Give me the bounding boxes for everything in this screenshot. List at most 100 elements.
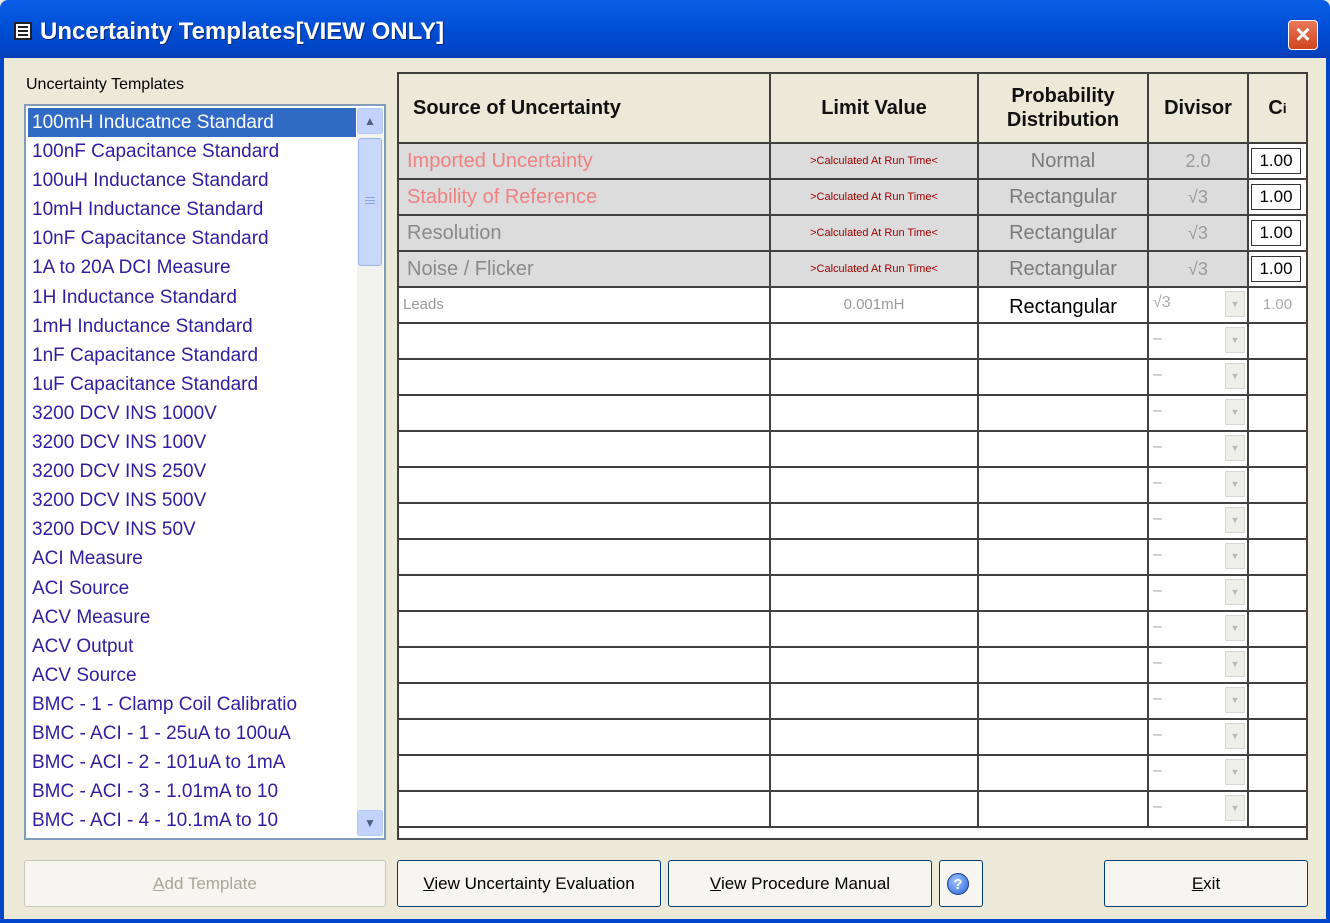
source-cell[interactable]: [399, 432, 771, 468]
scroll-down-button[interactable]: ▼: [357, 810, 383, 836]
chevron-down-icon[interactable]: ▼: [1225, 651, 1245, 677]
chevron-down-icon[interactable]: ▼: [1225, 399, 1245, 425]
templates-listbox[interactable]: 100mH Inducatnce Standard 100nF Capacitan…: [24, 104, 386, 840]
chevron-down-icon[interactable]: ▼: [1225, 327, 1245, 353]
ci-input[interactable]: 1.00: [1251, 220, 1301, 246]
ci-input[interactable]: 1.00: [1251, 148, 1301, 174]
source-cell[interactable]: [399, 720, 771, 756]
view-uncertainty-evaluation-button[interactable]: View Uncertainty Evaluation: [397, 860, 661, 907]
divisor-dropdown[interactable]: – ▼: [1149, 360, 1249, 396]
ci-cell[interactable]: [1249, 504, 1306, 540]
template-list-item[interactable]: 100mH Inducatnce Standard: [28, 108, 356, 138]
source-cell[interactable]: [399, 360, 771, 396]
divisor-dropdown[interactable]: – ▼: [1149, 396, 1249, 432]
ci-cell[interactable]: [1249, 756, 1306, 792]
distribution-cell[interactable]: [979, 432, 1149, 468]
source-cell[interactable]: Leads: [399, 288, 771, 324]
template-list-item[interactable]: 10mH Inductance Standard: [28, 195, 356, 224]
chevron-down-icon[interactable]: ▼: [1225, 687, 1245, 713]
template-list-item[interactable]: 1H Inductance Standard: [28, 283, 356, 312]
ci-input[interactable]: 1.00: [1251, 256, 1301, 282]
ci-cell[interactable]: [1249, 324, 1306, 360]
distribution-cell[interactable]: [979, 360, 1149, 396]
limit-cell[interactable]: [771, 720, 979, 756]
template-list-item[interactable]: 3200 DCV INS 50V: [28, 515, 356, 544]
limit-cell[interactable]: [771, 324, 979, 360]
divisor-dropdown[interactable]: – ▼: [1149, 720, 1249, 756]
divisor-dropdown[interactable]: √3 ▼: [1149, 288, 1249, 324]
ci-cell[interactable]: [1249, 612, 1306, 648]
ci-cell[interactable]: [1249, 720, 1306, 756]
distribution-cell[interactable]: [979, 324, 1149, 360]
chevron-down-icon[interactable]: ▼: [1225, 795, 1245, 821]
divisor-dropdown[interactable]: – ▼: [1149, 504, 1249, 540]
chevron-down-icon[interactable]: ▼: [1225, 363, 1245, 389]
template-list-item[interactable]: ACV Measure: [28, 603, 356, 632]
limit-cell[interactable]: [771, 468, 979, 504]
scroll-up-button[interactable]: ▲: [357, 108, 383, 134]
template-list-item[interactable]: ACI Measure: [28, 544, 356, 573]
divisor-dropdown[interactable]: – ▼: [1149, 684, 1249, 720]
divisor-dropdown[interactable]: – ▼: [1149, 792, 1249, 828]
divisor-dropdown[interactable]: – ▼: [1149, 324, 1249, 360]
limit-cell[interactable]: [771, 648, 979, 684]
close-button[interactable]: ×: [1288, 20, 1318, 50]
ci-cell[interactable]: [1249, 648, 1306, 684]
source-cell[interactable]: [399, 396, 771, 432]
divisor-dropdown[interactable]: – ▼: [1149, 648, 1249, 684]
limit-cell[interactable]: [771, 792, 979, 828]
chevron-down-icon[interactable]: ▼: [1225, 507, 1245, 533]
template-list-item[interactable]: BMC - ACI - 3 - 1.01mA to 10: [28, 777, 356, 806]
template-list-item[interactable]: BMC - 1 - Clamp Coil Calibratio: [28, 690, 356, 719]
chevron-down-icon[interactable]: ▼: [1225, 291, 1245, 317]
limit-cell[interactable]: [771, 576, 979, 612]
template-list-item[interactable]: ACI Source: [28, 574, 356, 603]
limit-cell[interactable]: 0.001mH: [771, 288, 979, 324]
chevron-down-icon[interactable]: ▼: [1225, 579, 1245, 605]
limit-cell[interactable]: [771, 504, 979, 540]
exit-button[interactable]: Exit: [1104, 860, 1308, 907]
source-cell[interactable]: [399, 540, 771, 576]
ci-cell[interactable]: [1249, 468, 1306, 504]
chevron-down-icon[interactable]: ▼: [1225, 759, 1245, 785]
template-list-item[interactable]: 3200 DCV INS 1000V: [28, 399, 356, 428]
template-list-item[interactable]: 3200 DCV INS 500V: [28, 486, 356, 515]
distribution-cell[interactable]: [979, 576, 1149, 612]
chevron-down-icon[interactable]: ▼: [1225, 435, 1245, 461]
source-cell[interactable]: [399, 792, 771, 828]
template-list-item[interactable]: BMC - ACI - 1 - 25uA to 100uA: [28, 719, 356, 748]
ci-cell[interactable]: [1249, 432, 1306, 468]
distribution-cell[interactable]: [979, 720, 1149, 756]
source-cell[interactable]: [399, 324, 771, 360]
template-list-item[interactable]: 1uF Capacitance Standard: [28, 370, 356, 399]
limit-cell[interactable]: [771, 756, 979, 792]
add-template-button[interactable]: Add Template: [24, 860, 386, 907]
template-list-item[interactable]: 1A to 20A DCI Measure: [28, 253, 356, 282]
template-list-item[interactable]: 3200 DCV INS 100V: [28, 428, 356, 457]
divisor-dropdown[interactable]: – ▼: [1149, 576, 1249, 612]
view-procedure-manual-button[interactable]: View Procedure Manual: [668, 860, 932, 907]
chevron-down-icon[interactable]: ▼: [1225, 543, 1245, 569]
divisor-dropdown[interactable]: – ▼: [1149, 540, 1249, 576]
distribution-cell[interactable]: [979, 396, 1149, 432]
templates-scrollbar[interactable]: ▲ ▼: [357, 108, 383, 836]
ci-cell[interactable]: [1249, 684, 1306, 720]
template-list-item[interactable]: ACV Output: [28, 632, 356, 661]
distribution-cell[interactable]: [979, 504, 1149, 540]
chevron-down-icon[interactable]: ▼: [1225, 723, 1245, 749]
template-list-item[interactable]: BMC - ACI - 4 - 10.1mA to 10: [28, 806, 356, 835]
scroll-thumb[interactable]: [358, 138, 382, 266]
ci-input[interactable]: 1.00: [1251, 184, 1301, 210]
template-list-item[interactable]: 100nF Capacitance Standard: [28, 137, 356, 166]
template-list-item[interactable]: 10nF Capacitance Standard: [28, 224, 356, 253]
source-cell[interactable]: [399, 504, 771, 540]
ci-cell[interactable]: [1249, 540, 1306, 576]
distribution-cell[interactable]: [979, 756, 1149, 792]
distribution-cell[interactable]: [979, 468, 1149, 504]
chevron-down-icon[interactable]: ▼: [1225, 615, 1245, 641]
source-cell[interactable]: [399, 576, 771, 612]
limit-cell[interactable]: [771, 612, 979, 648]
template-list-item[interactable]: 1nF Capacitance Standard: [28, 341, 356, 370]
source-cell[interactable]: [399, 612, 771, 648]
ci-cell[interactable]: [1249, 576, 1306, 612]
